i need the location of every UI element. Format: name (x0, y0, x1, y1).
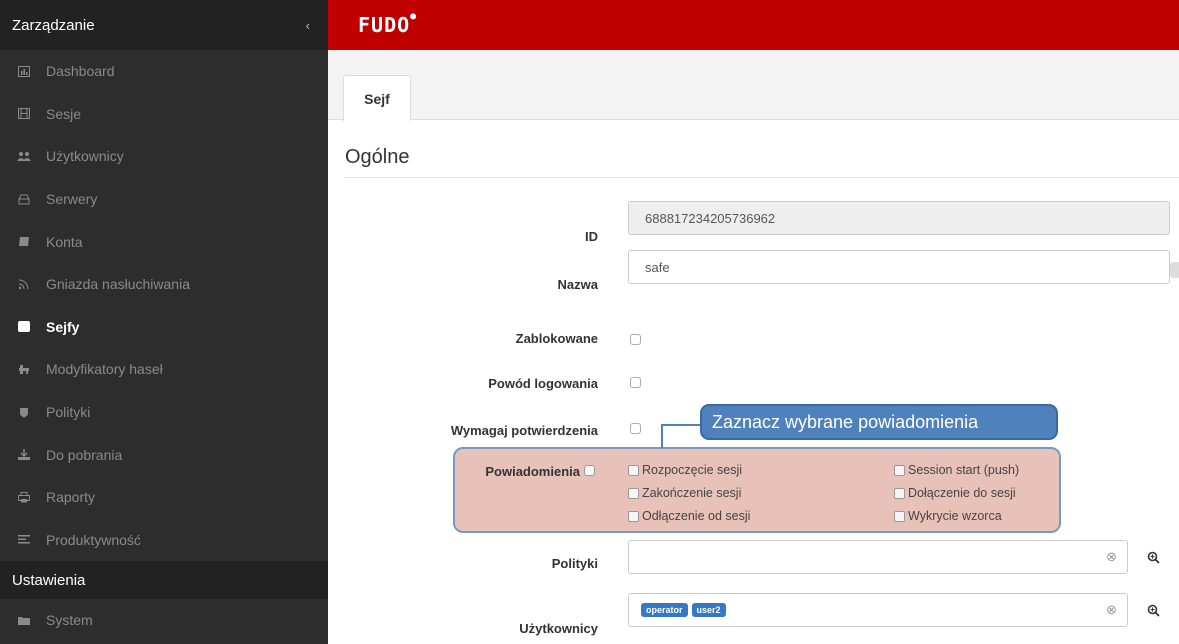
sidebar-item-sejfy[interactable]: Sejfy (0, 306, 328, 349)
top-bar: FUDO● (328, 0, 1179, 50)
confirm-checkbox[interactable] (630, 423, 641, 434)
notif-option-label: Session start (push) (908, 463, 1020, 477)
callout-bubble: Zaznacz wybrane powiadomienia (700, 404, 1058, 440)
user-tag[interactable]: user2 (691, 603, 726, 617)
notifications-all-checkbox[interactable] (584, 465, 595, 476)
sidebar-item-label: Do pobrania (46, 446, 123, 463)
notif-option-session-start-push[interactable]: Session start (push) (894, 463, 1019, 477)
notif-option-label: Zakończenie sesji (642, 486, 742, 500)
notif-option-session-join[interactable]: Dołączenie do sesji (894, 486, 1016, 500)
checkbox[interactable] (894, 487, 905, 499)
sidebar-item-label: Sesje (46, 105, 82, 122)
sidebar-item-label: System (46, 612, 93, 629)
id-label: ID (585, 229, 598, 244)
sidebar-item-label: Produktywność (46, 531, 141, 548)
name-input[interactable]: safe (628, 250, 1170, 284)
tab-strip: Sejf (328, 50, 1179, 121)
fudo-logo[interactable]: FUDO● (358, 11, 418, 37)
sidebar-item-do-pobrania[interactable]: Do pobrania (0, 433, 328, 476)
clear-icon[interactable]: ⊗ (1106, 549, 1117, 565)
download-icon (14, 448, 34, 462)
sidebar-item-label: Serwery (46, 191, 98, 208)
film-icon (14, 107, 34, 121)
sidebar-header: Zarządzanie ‹ (0, 0, 328, 50)
notif-option-label: Wykrycie wzorca (908, 509, 1002, 523)
checkbox[interactable] (894, 464, 905, 476)
sidebar-item-raporty[interactable]: Raporty (0, 476, 328, 519)
user-tag[interactable]: operator (641, 603, 688, 617)
sidebar-item-sesje[interactable]: Sesje (0, 93, 328, 136)
search-icon[interactable] (1138, 540, 1168, 574)
reason-checkbox[interactable] (630, 377, 641, 388)
print-icon (14, 490, 34, 504)
confirm-label: Wymagaj potwierdzenia (450, 423, 598, 438)
notif-option-label: Rozpoczęcie sesji (642, 463, 743, 477)
sidebar-item-polityki[interactable]: Polityki (0, 391, 328, 434)
sidebar-item-modyfikatory[interactable]: Modyfikatory haseł (0, 348, 328, 391)
sidebar-header-title: Zarządzanie (12, 16, 95, 34)
tab-sejf[interactable]: Sejf (343, 75, 411, 121)
policies-label: Polityki (551, 556, 598, 571)
name-label: Nazwa (557, 277, 598, 292)
notif-option-session-disconnect[interactable]: Odłączenie od sesji (628, 509, 750, 523)
section-title: Ogólne (345, 146, 410, 168)
callout-connector (661, 424, 701, 426)
chart-icon (14, 64, 34, 78)
callout-connector-vertical (661, 424, 663, 448)
users-label: Użytkownicy (519, 621, 598, 636)
sidebar-item-system[interactable]: System (0, 599, 328, 642)
users-icon (14, 149, 34, 163)
checkbox[interactable] (628, 487, 639, 499)
side-handle[interactable] (1170, 262, 1179, 278)
sidebar-item-konta[interactable]: Konta (0, 220, 328, 263)
rss-icon (14, 277, 34, 291)
clear-icon[interactable]: ⊗ (1106, 602, 1117, 618)
name-value: safe (645, 259, 670, 275)
checkbox[interactable] (628, 510, 639, 522)
id-value: 688817234205736962 (645, 210, 776, 226)
sidebar-item-label: Sejfy (46, 318, 80, 335)
sidebar-item-gniazda[interactable]: Gniazda nasłuchiwania (0, 263, 328, 306)
sidebar-item-label: Modyfikatory haseł (46, 361, 163, 378)
sidebar-item-dashboard[interactable]: Dashboard (0, 50, 328, 93)
notif-option-session-start[interactable]: Rozpoczęcie sesji (628, 463, 742, 477)
sidebar-item-label: Konta (46, 233, 83, 250)
notif-option-session-end[interactable]: Zakończenie sesji (628, 486, 741, 500)
policies-select[interactable] (628, 540, 1128, 574)
safe-icon (14, 320, 34, 334)
shield-icon (14, 405, 34, 419)
id-field: 688817234205736962 (628, 201, 1170, 235)
users-select[interactable]: operator user2 (628, 593, 1128, 627)
notif-option-pattern-detect[interactable]: Wykrycie wzorca (894, 509, 1002, 523)
sidebar-item-serwery[interactable]: Serwery (0, 178, 328, 221)
sidebar-item-label: Użytkownicy (46, 148, 124, 165)
logo-text: FUDO (358, 13, 411, 37)
reason-label: Powód logowania (488, 376, 598, 391)
notif-option-label: Odłączenie od sesji (642, 509, 751, 523)
notif-option-label: Dołączenie do sesji (908, 486, 1016, 500)
search-icon[interactable] (1138, 593, 1168, 627)
notifications-label: Powiadomienia (485, 464, 580, 479)
modifier-icon (14, 362, 34, 376)
checkbox[interactable] (894, 510, 905, 522)
sidebar-item-label: Raporty (46, 489, 96, 506)
sidebar: Zarządzanie ‹ Dashboard Sesje Użytkownic… (0, 0, 328, 644)
account-icon (14, 235, 34, 249)
sidebar-item-label: Dashboard (46, 63, 115, 80)
sidebar-item-produktywnosc[interactable]: Produktywność (0, 519, 328, 562)
sidebar-item-uzytkownicy[interactable]: Użytkownicy (0, 135, 328, 178)
server-icon (14, 192, 34, 206)
chevron-left-icon[interactable]: ‹ (306, 18, 310, 33)
list-icon (14, 533, 34, 547)
sidebar-item-label: Polityki (46, 404, 91, 421)
logo-dot: ● (410, 11, 418, 22)
section-divider (345, 177, 1179, 178)
sidebar-section-ustawienia: Ustawienia (0, 561, 328, 600)
blocked-label: Zablokowane (515, 331, 598, 346)
checkbox[interactable] (628, 464, 639, 476)
sidebar-item-label: Gniazda nasłuchiwania (46, 276, 190, 293)
folder-icon (14, 613, 34, 627)
blocked-checkbox[interactable] (630, 334, 641, 345)
